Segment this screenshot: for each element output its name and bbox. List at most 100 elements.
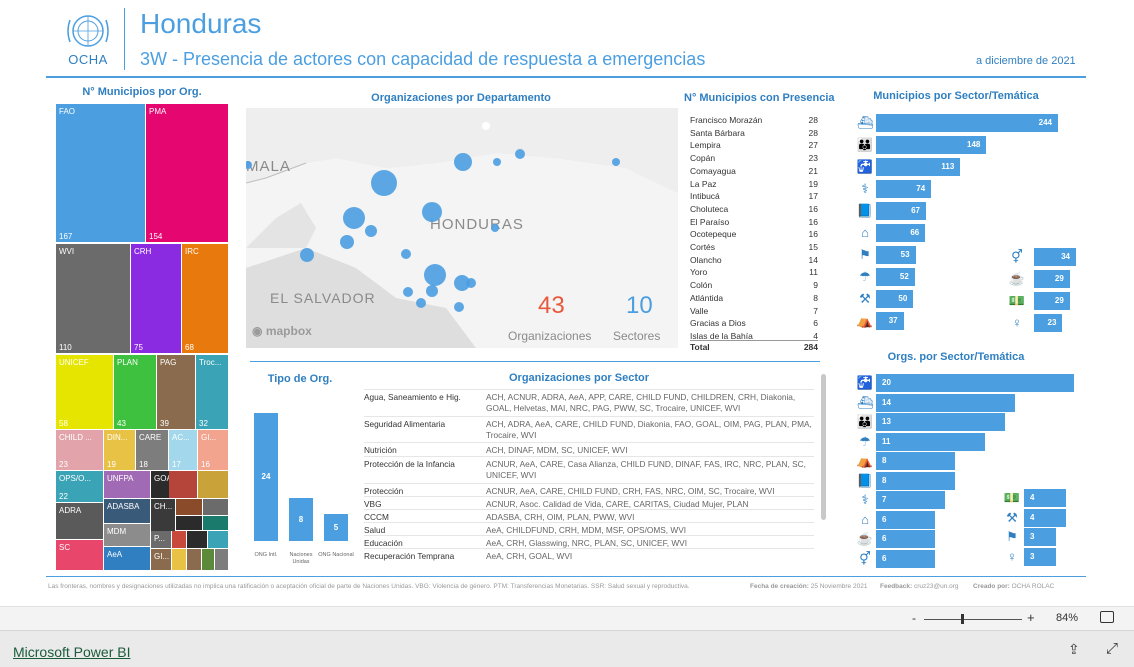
map-bubble[interactable] — [612, 158, 620, 166]
sector-bar[interactable]: 244 — [876, 114, 1058, 132]
municipio-row[interactable]: La Paz 19 — [690, 178, 818, 191]
sector-bar[interactable]: 67 — [876, 202, 926, 220]
orgs-sector-row[interactable]: Salud AeA, CHILDFUND, CRH, MDM, MSF, OPS/… — [364, 522, 814, 535]
tipo-org-bar[interactable]: 8 — [289, 498, 313, 541]
map-container[interactable]: MALA HONDURAS EL SALVADOR ◉ mapbox 43 Or… — [246, 108, 678, 348]
sector-bar[interactable]: 37 — [876, 312, 904, 330]
treemap-tile-ops-o[interactable]: OPS/O... 22 — [56, 471, 103, 502]
zoom-in-button[interactable]: + — [1027, 610, 1035, 625]
sector-bar[interactable]: 13 — [876, 413, 1005, 431]
treemap-tile-plan[interactable]: PLAN 43 — [114, 355, 156, 429]
map-bubble[interactable] — [365, 225, 377, 237]
map-bubble[interactable] — [422, 202, 442, 222]
map-bubble[interactable] — [343, 207, 365, 229]
treemap-small-tile[interactable] — [202, 549, 214, 570]
treemap-small-tile[interactable] — [187, 531, 207, 548]
orgs-sector-row[interactable]: Nutrición ACH, DINAF, MDM, SC, UNICEF, WV… — [364, 442, 814, 455]
orgs-sector-row[interactable]: Recuperación Temprana AeA, CRH, GOAL, WVI — [364, 548, 814, 561]
municipio-row[interactable]: Comayagua 21 — [690, 165, 818, 178]
treemap-tile-aea[interactable]: AeA — [104, 547, 150, 570]
sector-bar[interactable]: 11 — [876, 432, 985, 451]
share-icon[interactable]: ⇪ — [1068, 641, 1080, 658]
orgs-sector-row[interactable]: Protección de la Infancia ACNUR, AeA, CAR… — [364, 456, 814, 480]
sector-bar[interactable]: 8 — [876, 471, 956, 490]
sector-bar[interactable]: 52 — [876, 268, 915, 286]
treemap-tile-pag[interactable]: PAG 39 — [157, 355, 195, 429]
municipio-row[interactable]: Francisco Morazán 28 — [690, 114, 818, 127]
treemap-tile-adra[interactable]: ADRA — [56, 503, 103, 539]
municipio-row[interactable]: Atlántida 8 — [690, 292, 818, 305]
municipio-row[interactable]: Santa Bárbara 28 — [690, 127, 818, 140]
treemap-small-tile[interactable] — [208, 531, 228, 548]
zoom-slider-thumb[interactable] — [961, 614, 964, 624]
treemap-small-tile[interactable] — [215, 549, 228, 570]
municipio-row[interactable]: Gracias a Dios 6 — [690, 317, 818, 330]
municipio-row[interactable]: Ocotepeque 16 — [690, 228, 818, 241]
map-bubble[interactable] — [403, 287, 413, 297]
sector-bar[interactable]: 7 — [876, 491, 946, 509]
treemap-tile-adasba[interactable]: ADASBA — [104, 499, 150, 523]
municipio-row[interactable]: El Paraíso 16 — [690, 216, 818, 229]
sector-bar[interactable]: 113 — [876, 158, 961, 176]
orgs-sector-scrollbar[interactable] — [821, 374, 826, 520]
orgs-sector-row[interactable]: Agua, Saneamiento e Hig. ACH, ACNUR, ADRA… — [364, 389, 814, 413]
municipio-row[interactable]: Valle 7 — [690, 305, 818, 318]
treemap-tile-din[interactable]: DIN... 19 — [104, 430, 135, 470]
treemap-tile-fao[interactable]: FAO 167 — [56, 104, 145, 242]
sector-bar[interactable]: 6 — [876, 510, 936, 529]
map-bubble[interactable] — [300, 248, 314, 262]
treemap-small-tile[interactable] — [172, 549, 186, 570]
treemap-tile-sc[interactable]: SC — [56, 540, 103, 570]
map-bubble[interactable] — [515, 149, 525, 159]
treemap-tile-p[interactable]: P... — [151, 531, 171, 548]
zoom-slider-track[interactable] — [924, 619, 1022, 620]
sector-bar[interactable]: 53 — [876, 246, 916, 264]
treemap-tile-care[interactable]: CARE 18 — [136, 430, 168, 470]
sector-bar[interactable]: 74 — [876, 180, 932, 198]
treemap-tile-gi[interactable]: GI... — [151, 549, 171, 570]
municipio-row[interactable]: Intibucá 17 — [690, 190, 818, 203]
treemap-small-tile[interactable] — [176, 516, 202, 530]
municipio-row[interactable]: Colón 9 — [690, 279, 818, 292]
orgs-sector-row[interactable]: Protección ACNUR, AeA, CARE, CHILD FUND, … — [364, 483, 814, 496]
treemap-small-tile[interactable] — [169, 471, 197, 498]
treemap-tile-pma[interactable]: PMA 154 — [146, 104, 228, 242]
mapbox-logo[interactable]: ◉ mapbox — [252, 324, 312, 338]
municipio-row[interactable]: Choluteca 16 — [690, 203, 818, 216]
map-bubble[interactable] — [454, 153, 472, 171]
map-bubble[interactable] — [491, 224, 499, 232]
zoom-out-button[interactable]: - — [912, 611, 916, 625]
municipio-row[interactable]: Lempira 27 — [690, 139, 818, 152]
orgs-sector-row[interactable]: CCCM ADASBA, CRH, OIM, PLAN, PWW, WVI — [364, 509, 814, 522]
tipo-org-bar[interactable]: 5 — [324, 514, 348, 541]
map-bubble[interactable] — [416, 298, 426, 308]
municipio-row[interactable]: Olancho 14 — [690, 254, 818, 267]
map-bubble[interactable] — [493, 158, 501, 166]
treemap-tile-ch[interactable]: CH... — [151, 499, 175, 531]
treemap-tile-gi[interactable]: GI... 16 — [198, 430, 228, 470]
treemap-tile-irc[interactable]: IRC 68 — [182, 244, 228, 353]
map-bubble[interactable] — [424, 264, 446, 286]
orgs-sector-row[interactable]: Educación AeA, CRH, Glasswing, NRC, PLAN,… — [364, 535, 814, 548]
tipo-org-bar[interactable]: 24 — [254, 413, 278, 541]
sector-bar[interactable]: 3 — [1024, 547, 1056, 566]
municipio-row[interactable]: Cortés 15 — [690, 241, 818, 254]
municipio-row[interactable]: Copán 23 — [690, 152, 818, 165]
treemap-tile-crh[interactable]: CRH 75 — [131, 244, 181, 353]
treemap-tile-mdm[interactable]: MDM — [104, 524, 150, 546]
sector-bar[interactable]: 29 — [1034, 270, 1070, 288]
sector-bar[interactable]: 6 — [876, 549, 936, 568]
map-bubble[interactable] — [371, 170, 397, 196]
sector-bar[interactable]: 29 — [1034, 292, 1070, 310]
treemap-tile-ac[interactable]: AC... 17 — [169, 430, 197, 470]
treemap-small-tile[interactable] — [187, 549, 201, 570]
map-bubble[interactable] — [426, 285, 438, 297]
map-bubble[interactable] — [454, 302, 464, 312]
treemap-tile-unicef[interactable]: UNICEF 58 — [56, 355, 113, 429]
sector-bar[interactable]: 148 — [876, 136, 987, 154]
treemap-tile-child[interactable]: CHILD ... 23 — [56, 430, 103, 470]
treemap-small-tile[interactable] — [203, 516, 228, 530]
map-bubble[interactable] — [340, 235, 354, 249]
sector-bar[interactable]: 20 — [876, 374, 1074, 392]
treemap-small-tile[interactable] — [203, 499, 228, 515]
